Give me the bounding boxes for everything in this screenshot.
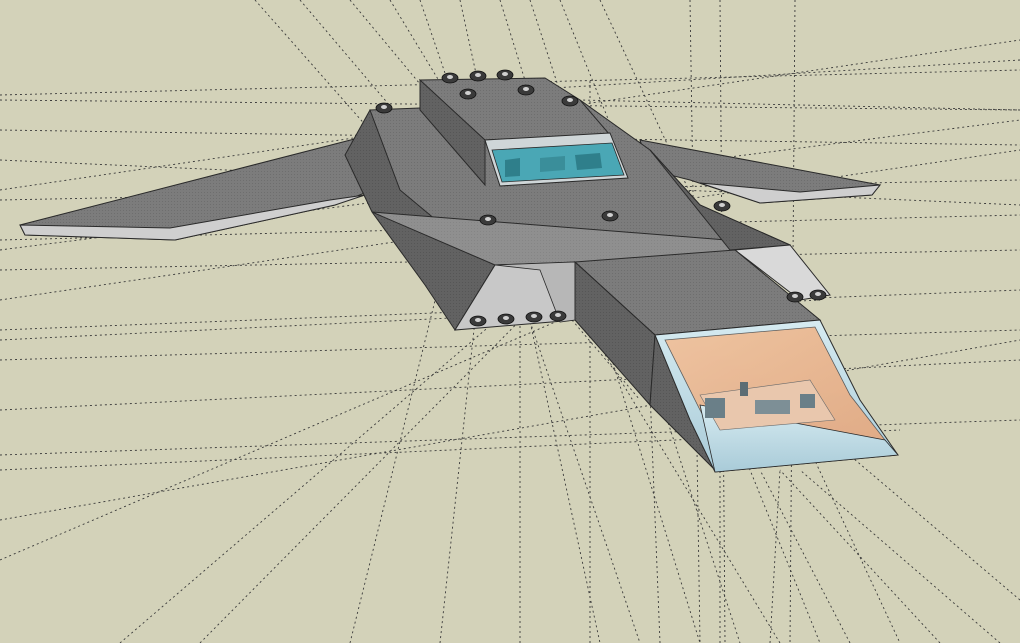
thruster-highlight: [465, 91, 471, 95]
guide-line: [519, 59, 1020, 91]
guide-line: [779, 469, 941, 643]
thruster-highlight: [485, 217, 491, 221]
guide-line: [769, 469, 781, 643]
thruster-highlight: [567, 98, 573, 102]
thruster-highlight: [502, 72, 508, 76]
top-canopy[interactable]: [484, 132, 629, 187]
guide-line: [799, 469, 1001, 643]
cockpit-glass[interactable]: [654, 319, 899, 473]
left-wing[interactable]: [19, 134, 373, 241]
thruster-highlight: [555, 313, 561, 317]
guide-line: [579, 99, 1020, 111]
3d-viewport[interactable]: [0, 0, 1020, 643]
thruster-highlight: [475, 73, 481, 77]
thruster-highlight: [815, 292, 821, 296]
guide-line: [0, 319, 561, 561]
thruster-highlight: [475, 318, 481, 322]
model-scene[interactable]: [0, 0, 1020, 643]
guide-line: [0, 359, 1020, 411]
thruster-highlight: [523, 87, 529, 91]
thruster-highlight: [719, 203, 725, 207]
thruster-highlight: [447, 75, 453, 79]
guide-line: [759, 469, 851, 643]
thruster-highlight: [531, 314, 537, 318]
thruster-highlight: [607, 213, 613, 217]
thruster-highlight: [792, 294, 798, 298]
guide-line: [119, 299, 521, 643]
thruster-highlight: [503, 316, 509, 320]
guide-line: [0, 329, 1020, 361]
thruster-highlight: [381, 105, 387, 109]
